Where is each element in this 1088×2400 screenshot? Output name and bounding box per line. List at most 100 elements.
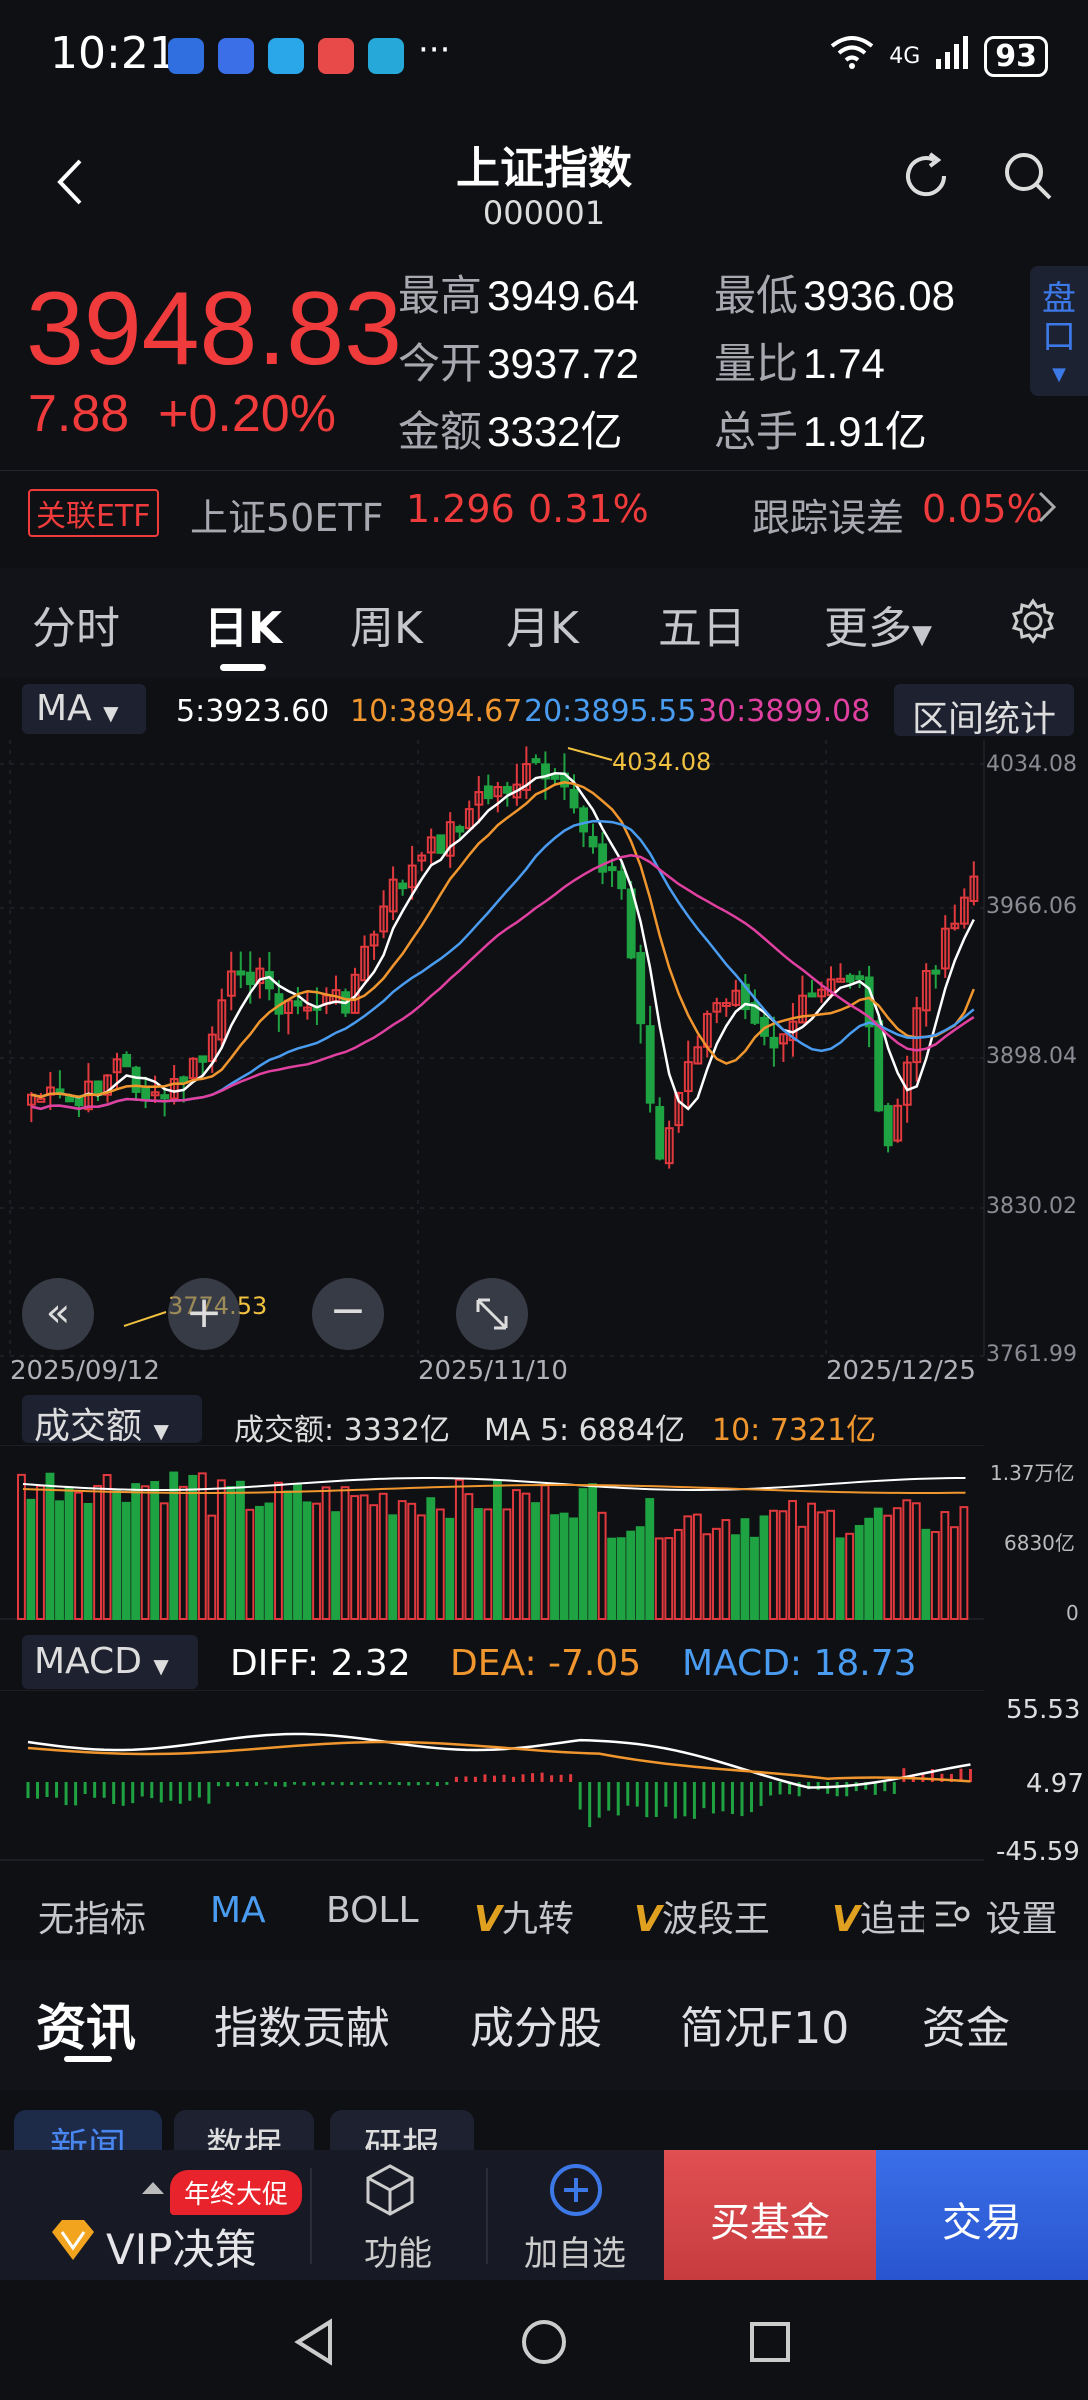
refresh-icon[interactable]: [898, 148, 954, 208]
kline-svg: [0, 740, 985, 1357]
indicator-settings[interactable]: 设置: [934, 1890, 1058, 1942]
candle-body: [931, 969, 941, 975]
more-notifications-icon: ···: [418, 30, 451, 70]
current-price: 3948.83: [26, 271, 402, 387]
tab-capital[interactable]: 资金: [922, 1992, 1010, 2056]
volume-bar: [445, 1517, 455, 1620]
volume-bar: [597, 1511, 607, 1620]
candle-body: [845, 974, 855, 983]
tab-five-day[interactable]: 五日: [658, 592, 746, 656]
candle-body: [131, 1066, 141, 1093]
ma-select-label: MA: [36, 688, 92, 729]
mail-app-icon: [318, 38, 354, 74]
nav-home-icon[interactable]: [520, 2318, 568, 2370]
macd-svg: [0, 1690, 984, 1861]
macd-dea: DEA: -7.05: [450, 1643, 642, 1684]
volume-bar: [750, 1536, 759, 1620]
volume-select-label: 成交额: [34, 1406, 143, 1447]
volume-select[interactable]: 成交额 ▼: [22, 1395, 202, 1447]
tab-weekly-k[interactable]: 周K: [350, 592, 423, 656]
low-label: 最低: [714, 271, 799, 320]
volume-bar: [359, 1494, 369, 1620]
range-stats-button[interactable]: 区间统计: [894, 684, 1074, 740]
scroll-left-button[interactable]: «: [22, 1278, 94, 1350]
volume-bar: [930, 1530, 940, 1620]
volume-bar: [55, 1500, 64, 1620]
macd-diff: DIFF: 2.32: [230, 1643, 411, 1684]
hands-label: 总手: [714, 407, 799, 456]
volume-bar: [74, 1491, 83, 1620]
volume-bar: [911, 1502, 921, 1620]
volume-bar: [302, 1501, 312, 1621]
nav-back-icon[interactable]: [292, 2318, 336, 2370]
tab-monthly-k[interactable]: 月K: [506, 592, 579, 656]
zoom-out-button[interactable]: −: [312, 1278, 384, 1350]
related-etf-row[interactable]: 关联ETF 上证50ETF 1.296 0.31% 跟踪误差 0.05%: [0, 470, 1088, 546]
vip-v-icon: V: [832, 1899, 860, 1940]
volume-bar: [378, 1492, 388, 1620]
indicator-bar: 无指标 MA BOLL V九转 V波段王 V追击 设置: [0, 1880, 1088, 1946]
candle-body: [874, 1020, 884, 1112]
kline-chart[interactable]: 4034.08 3966.06 3898.04 3830.02 3761.99 …: [0, 740, 1088, 1386]
high-value: 3949.64: [487, 272, 639, 319]
expand-icon: [476, 1298, 508, 1330]
macd-tick-1: 55.53: [1006, 1695, 1081, 1725]
tab-index-contribution[interactable]: 指数贡献: [214, 1992, 390, 2056]
indicator-zhuiji[interactable]: V追击: [832, 1890, 924, 1942]
vip-v-icon: V: [634, 1899, 662, 1940]
volume-bar: [255, 1505, 264, 1620]
volume-bar: [388, 1514, 398, 1620]
divider: [310, 2168, 312, 2264]
volume-bar: [93, 1484, 103, 1620]
indicator-boduanwang[interactable]: V波段王: [634, 1890, 770, 1942]
ma5-value: 5:3923.60: [176, 694, 330, 729]
pankou-button[interactable]: 盘口 ▼: [1030, 266, 1088, 396]
volume-bar: [502, 1508, 512, 1620]
candle-body: [198, 1055, 208, 1063]
volume-bar: [864, 1517, 874, 1620]
nav-recents-icon[interactable]: [748, 2320, 792, 2368]
volume-bar: [264, 1502, 274, 1620]
zoom-in-button[interactable]: +: [168, 1278, 240, 1350]
gear-icon[interactable]: [1010, 598, 1056, 648]
ma-select[interactable]: MA ▼: [22, 684, 146, 734]
indicator-jiuzhuan-label: 九转: [501, 1899, 574, 1940]
candle-body: [588, 835, 598, 848]
macd-tick-2: 4.97: [1026, 1769, 1084, 1799]
volume-bar: [340, 1486, 350, 1620]
fullscreen-button[interactable]: [456, 1278, 528, 1350]
tab-daily-k[interactable]: 日K: [204, 592, 282, 656]
kline-tabs: 分时 日K 周K 月K 五日 更多▼: [0, 568, 1088, 678]
search-icon[interactable]: [1000, 148, 1056, 208]
indicator-ma[interactable]: MA: [210, 1890, 266, 1931]
tab-intraday[interactable]: 分时: [32, 592, 120, 656]
macd-select[interactable]: MACD ▼: [22, 1635, 198, 1689]
tab-more[interactable]: 更多▼: [824, 592, 932, 656]
active-tab-indicator: [64, 2056, 112, 2062]
volume-bar: [873, 1507, 883, 1620]
chevron-down-icon: ▼: [1052, 364, 1066, 385]
browser2-app-icon: [368, 38, 404, 74]
candle-body: [807, 992, 817, 998]
candle-body: [645, 1025, 655, 1104]
indicator-boll[interactable]: BOLL: [326, 1890, 419, 1931]
buy-fund-button[interactable]: 买基金: [664, 2150, 876, 2280]
etf-tag: 关联ETF: [28, 489, 159, 537]
volume-bar: [702, 1533, 712, 1620]
function-button[interactable]: 功能: [364, 2226, 432, 2275]
vip-decision-button[interactable]: VIP决策: [106, 2216, 256, 2277]
low-marker-line: [123, 1311, 167, 1327]
indicator-jiuzhuan[interactable]: V九转: [474, 1890, 574, 1942]
volume-bar: [740, 1518, 750, 1620]
ma20-line: [31, 819, 975, 1111]
etf-percent: 0.31%: [528, 487, 649, 531]
trade-button[interactable]: 交易: [876, 2150, 1088, 2280]
indicator-none[interactable]: 无指标: [38, 1890, 146, 1942]
add-watchlist-button[interactable]: 加自选: [524, 2226, 626, 2275]
tab-news[interactable]: 资讯: [36, 1988, 136, 2060]
vip-diamond-icon: [48, 2218, 98, 2266]
volume-bar: [121, 1501, 131, 1621]
tab-constituents[interactable]: 成分股: [470, 1992, 602, 2056]
tab-f10[interactable]: 简况F10: [680, 1992, 849, 2056]
news-sub-tabs: 新闻 数据 研报: [0, 2090, 1088, 2170]
